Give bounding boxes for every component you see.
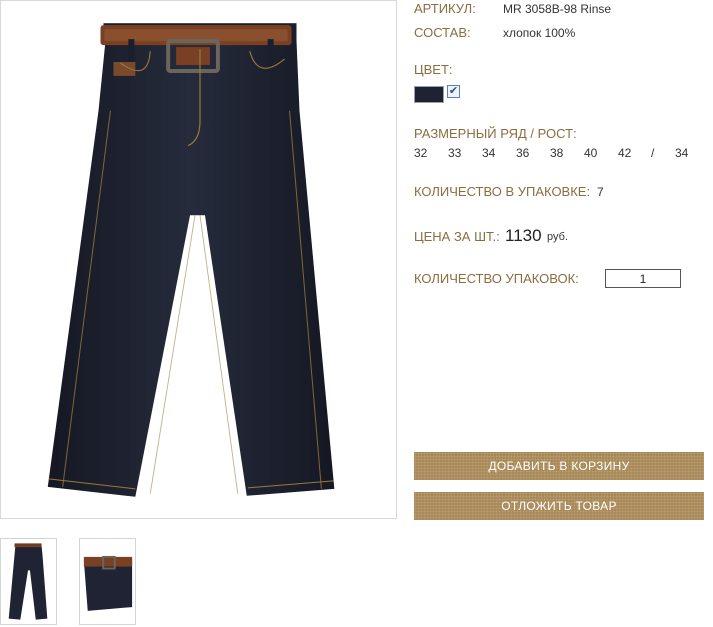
color-label: ЦВЕТ: <box>414 62 453 77</box>
packs-quantity-input[interactable] <box>605 269 681 288</box>
size-value: 33 <box>448 146 462 160</box>
size-label: РАЗМЕРНЫЙ РЯД / РОСТ: <box>414 126 577 141</box>
color-checkbox[interactable]: ✔ <box>447 85 460 98</box>
pack-quantity-label: КОЛИЧЕСТВО В УПАКОВКЕ: <box>414 184 591 199</box>
color-swatch[interactable] <box>414 86 444 103</box>
size-value: 42 <box>618 146 632 160</box>
size-value: 38 <box>550 146 564 160</box>
jeans-image <box>47 23 335 497</box>
thumbnail-front[interactable] <box>0 538 57 625</box>
packs-quantity-label: КОЛИЧЕСТВО УПАКОВОК: <box>414 271 579 286</box>
price-unit: руб. <box>547 231 568 243</box>
size-value: 36 <box>516 146 530 160</box>
composition-value: хлопок 100% <box>503 26 576 40</box>
defer-item-button[interactable]: ОТЛОЖИТЬ ТОВАР <box>414 492 704 520</box>
jeans-detail-thumbnail-image <box>83 555 133 611</box>
thumbnail-detail[interactable] <box>79 538 136 625</box>
price-value: 1130 <box>505 226 542 245</box>
add-to-cart-button[interactable]: ДОБАВИТЬ В КОРЗИНУ <box>414 452 704 480</box>
size-value: 34 <box>482 146 496 160</box>
article-value: MR 3058B-98 Rinse <box>503 2 612 16</box>
size-value: 32 <box>414 146 428 160</box>
main-product-photo <box>0 0 397 519</box>
price-label: ЦЕНА ЗА ШТ.: <box>414 229 500 244</box>
height-value: 34 <box>675 146 689 160</box>
composition-label: СОСТАВ: <box>414 25 471 40</box>
jeans-thumbnail-image <box>8 543 48 620</box>
size-separator: / <box>651 146 655 160</box>
pack-quantity-value: 7 <box>597 185 604 199</box>
article-label: АРТИКУЛ: <box>414 1 476 16</box>
size-value: 40 <box>584 146 598 160</box>
